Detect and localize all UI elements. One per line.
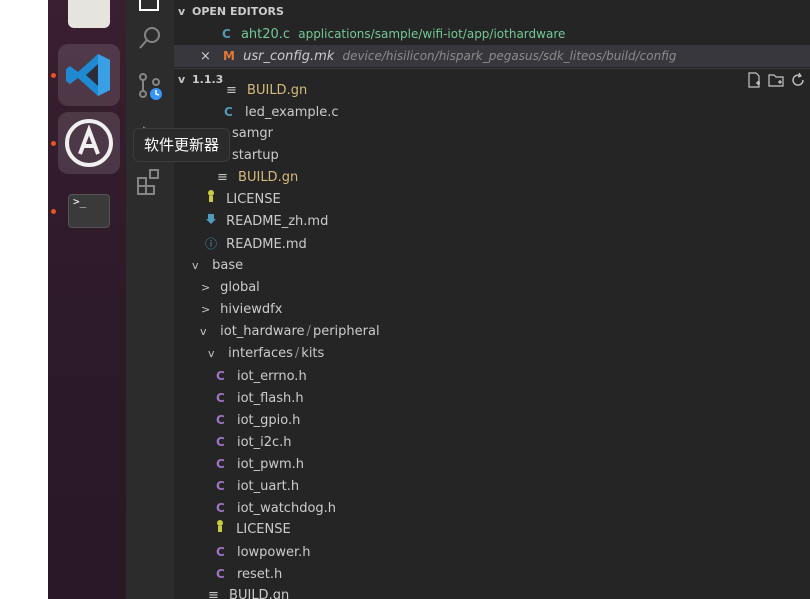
tree-item-build-gn[interactable]: ≡ BUILD.gn	[174, 80, 810, 102]
terminal-app-icon[interactable]: >_	[51, 182, 120, 244]
open-editors-header[interactable]: v OPEN EDITORS	[174, 1, 810, 23]
tree-item-iot-i2c[interactable]: C iot_i2c.h	[174, 431, 810, 453]
license-icon	[206, 189, 216, 211]
download-icon	[206, 211, 216, 233]
tree-item-iot-pwm[interactable]: C iot_pwm.h	[174, 453, 810, 475]
explorer-sidebar: v OPEN EDITORS C aht20.c applications/sam…	[174, 0, 810, 599]
tree-item-iot-gpio[interactable]: C iot_gpio.h	[174, 409, 810, 431]
chevron-down-icon: v	[200, 325, 207, 338]
explorer-icon[interactable]	[136, 0, 164, 14]
c-header-icon: C	[216, 479, 225, 493]
text-file-icon: ≡	[217, 170, 228, 185]
c-file-icon: C	[222, 27, 231, 41]
tree-folder-global[interactable]: > global	[174, 277, 810, 299]
c-header-icon: C	[216, 567, 225, 581]
tree-folder-iot-hardware[interactable]: v iot_hardware / peripheral	[174, 321, 810, 343]
tree-item-reset[interactable]: C reset.h	[174, 563, 810, 585]
tree-folder-hiviewdfx[interactable]: > hiviewdfx	[174, 299, 810, 321]
c-header-icon: C	[216, 501, 225, 515]
files-app-icon[interactable]	[58, 0, 120, 42]
tree-item-license[interactable]: LICENSE	[174, 189, 810, 211]
tree-folder-interfaces[interactable]: v interfaces / kits	[174, 343, 810, 365]
tree-item-lowpower[interactable]: C lowpower.h	[174, 541, 810, 563]
source-control-icon[interactable]	[136, 72, 164, 100]
dock-tooltip: 软件更新器	[133, 128, 231, 162]
vscode-app-icon[interactable]	[51, 44, 120, 106]
tree-item-iot-uart[interactable]: C iot_uart.h	[174, 475, 810, 497]
search-icon[interactable]	[136, 24, 164, 52]
tree-item-iot-errno[interactable]: C iot_errno.h	[174, 365, 810, 387]
open-editor-item-aht20[interactable]: C aht20.c applications/sample/wifi-iot/a…	[174, 23, 810, 45]
tree-item-startup[interactable]: startup	[174, 145, 810, 167]
tree-item-build-gn[interactable]: ≡ BUILD.gn	[174, 585, 810, 599]
activity-bar	[126, 0, 174, 599]
tree-item-led-example[interactable]: C led_example.c	[174, 101, 810, 123]
tree-item-iot-watchdog[interactable]: C iot_watchdog.h	[174, 497, 810, 519]
tree-item-license[interactable]: LICENSE	[174, 519, 810, 541]
c-header-icon: C	[216, 369, 225, 383]
text-file-icon: ≡	[226, 83, 237, 98]
c-header-icon: C	[216, 391, 225, 405]
c-header-icon: C	[216, 413, 225, 427]
ubuntu-dock: >_	[48, 0, 126, 599]
tree-item-iot-flash[interactable]: C iot_flash.h	[174, 387, 810, 409]
chevron-right-icon: >	[201, 281, 211, 294]
text-file-icon: ≡	[208, 588, 219, 599]
c-file-icon: C	[224, 105, 233, 119]
tree-item-build-gn[interactable]: ≡ BUILD.gn	[174, 167, 810, 189]
software-updater-app-icon[interactable]	[51, 112, 120, 174]
chevron-right-icon: >	[201, 303, 211, 316]
c-header-icon: C	[216, 457, 225, 471]
tree-item-readme-zh[interactable]: README_zh.md	[174, 211, 810, 233]
extensions-icon[interactable]	[136, 168, 164, 196]
c-header-icon: C	[216, 545, 225, 559]
desktop-edge	[0, 0, 48, 599]
chevron-down-icon: v	[192, 259, 199, 272]
tree-item-samgr[interactable]: samgr	[174, 123, 810, 145]
license-icon	[215, 519, 225, 541]
chevron-down-icon: v	[208, 347, 215, 360]
open-editor-item-usr-config[interactable]: × M usr_config.mk device/hisilicon/hispa…	[174, 45, 810, 67]
info-icon: ⓘ	[205, 237, 218, 251]
close-icon[interactable]: ×	[200, 49, 211, 64]
makefile-icon: M	[223, 49, 235, 63]
c-header-icon: C	[216, 435, 225, 449]
chevron-down-icon: v	[178, 5, 186, 18]
tree-folder-base[interactable]: v base	[174, 255, 810, 277]
tree-item-readme[interactable]: ⓘ README.md	[174, 233, 810, 255]
